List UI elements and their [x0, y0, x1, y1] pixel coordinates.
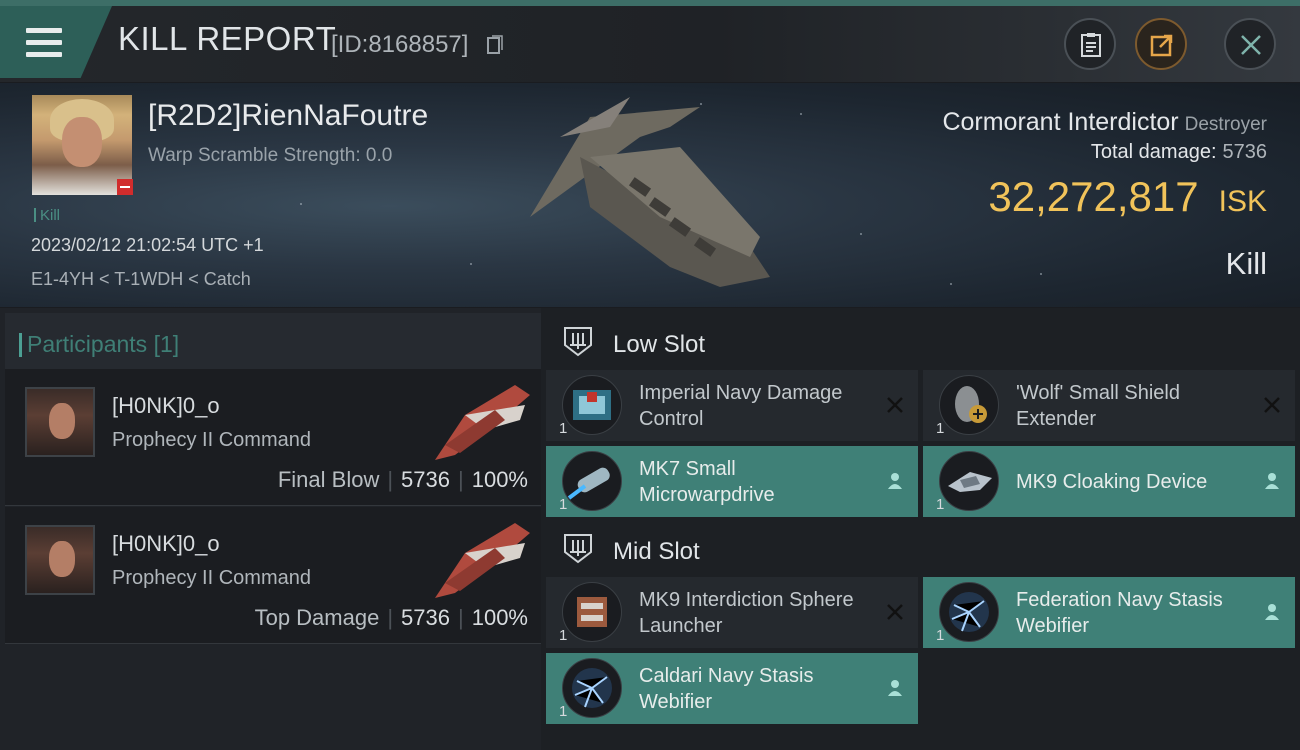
participant-percent: 100%	[471, 467, 528, 492]
victim-avatar[interactable]	[32, 95, 133, 195]
item-name: MK9 Interdiction Sphere Launcher	[639, 589, 854, 637]
kill-tag: Kill	[34, 207, 60, 224]
ship-class: Destroyer	[1184, 114, 1267, 135]
kill-type: Kill	[1225, 246, 1267, 281]
close-icon	[1241, 35, 1261, 55]
destroyed-icon	[1264, 397, 1280, 413]
participant-name: [H0NK]0_o	[112, 531, 220, 556]
item-name: MK9 Cloaking Device	[1016, 471, 1208, 493]
stasis-webifier-icon	[939, 582, 999, 642]
mid-slot-label: Mid Slot	[613, 538, 700, 565]
participants-panel: Participants [1] [H0NK]0_o Prophecy II C…	[0, 308, 541, 750]
low-slot-section: Low Slot	[546, 312, 1300, 372]
victim-ship-image	[530, 97, 770, 287]
fitting-item[interactable]: 1 Federation Navy Stasis Webifier	[923, 577, 1295, 648]
item-quantity: 1	[936, 627, 945, 644]
destroyed-icon	[887, 397, 903, 413]
participants-count: [1]	[153, 331, 180, 357]
report-id: [ID:8168857]	[331, 31, 469, 58]
item-name: 'Wolf' Small Shield Extender	[1016, 382, 1180, 430]
isk-amount: 32,272,817	[988, 173, 1199, 220]
report-button[interactable]	[1064, 18, 1116, 70]
stasis-webifier-icon	[562, 658, 622, 718]
kill-datetime: 2023/02/12 21:02:54 UTC +1	[31, 235, 264, 255]
item-name: Imperial Navy Damage Control	[639, 382, 843, 430]
participant-role: Top Damage	[254, 605, 380, 630]
item-name: Caldari Navy Stasis Webifier	[639, 665, 814, 713]
total-damage-label: Total damage:	[1090, 141, 1217, 163]
item-quantity: 1	[559, 703, 568, 720]
participant-card[interactable]: [H0NK]0_o Prophecy II Command Top Damage…	[5, 507, 541, 644]
cloaking-device-icon	[939, 451, 999, 511]
participant-role: Final Blow	[277, 467, 380, 492]
participant-ship: Prophecy II Command	[112, 429, 311, 451]
item-quantity: 1	[936, 420, 945, 437]
total-damage-value: 5736	[1222, 141, 1268, 163]
dropped-icon	[1265, 473, 1279, 489]
participant-ship-icon	[435, 385, 530, 460]
item-quantity: 1	[936, 496, 945, 513]
participant-ship-icon	[435, 523, 530, 598]
participant-ship: Prophecy II Command	[112, 567, 311, 589]
participants-header: Participants [1]	[5, 313, 541, 373]
low-slot-label: Low Slot	[613, 331, 706, 358]
item-quantity: 1	[559, 627, 568, 644]
fitting-item[interactable]: 1 MK9 Cloaking Device	[923, 446, 1295, 517]
fitting-item[interactable]: 1 Caldari Navy Stasis Webifier	[546, 653, 918, 724]
fitting-item[interactable]: 1 MK9 Interdiction Sphere Launcher	[546, 577, 918, 648]
item-quantity: 1	[559, 496, 568, 513]
item-name: MK7 Small Microwarpdrive	[639, 458, 775, 506]
participant-stats: Top Damage | 5736 | 100%	[254, 605, 528, 630]
fitting-item[interactable]: 1 'Wolf' Small Shield Extender	[923, 370, 1295, 441]
kill-badge-icon	[117, 179, 133, 195]
dropped-icon	[888, 473, 902, 489]
shield-extender-icon	[939, 375, 999, 435]
victim-banner: [R2D2]RienNaFoutre Warp Scramble Strengt…	[0, 83, 1300, 307]
item-quantity: 1	[559, 420, 568, 437]
victim-name[interactable]: [R2D2]RienNaFoutre	[148, 99, 428, 133]
fitting-panel: Low Slot 1 Imperial Navy Damage Control …	[541, 308, 1300, 750]
ship-name[interactable]: Cormorant Interdictor	[942, 108, 1178, 136]
participant-card[interactable]: [H0NK]0_o Prophecy II Command Final Blow…	[5, 369, 541, 506]
item-name: Federation Navy Stasis Webifier	[1016, 589, 1223, 637]
kill-location[interactable]: E1-4YH < T-1WDH < Catch	[31, 269, 251, 290]
participant-damage: 5736	[401, 467, 450, 492]
participant-percent: 100%	[471, 605, 528, 630]
participant-avatar[interactable]	[25, 525, 95, 595]
participant-stats: Final Blow | 5736 | 100%	[277, 467, 528, 492]
clipboard-icon	[1081, 33, 1101, 57]
share-icon	[1150, 34, 1173, 57]
share-button[interactable]	[1135, 18, 1187, 70]
close-button[interactable]	[1224, 18, 1276, 70]
hamburger-icon	[26, 28, 62, 58]
isk-value: 32,272,817 ISK	[988, 173, 1267, 221]
mid-slot-icon	[564, 534, 592, 564]
low-slot-icon	[564, 327, 592, 357]
copy-icon[interactable]	[487, 35, 503, 55]
dropped-icon	[888, 680, 902, 696]
destroyed-icon	[887, 604, 903, 620]
total-damage: Total damage: 5736	[1091, 141, 1267, 164]
dropped-icon	[1265, 604, 1279, 620]
participant-damage: 5736	[401, 605, 450, 630]
damage-control-icon	[562, 375, 622, 435]
sphere-launcher-icon	[562, 582, 622, 642]
isk-unit: ISK	[1218, 185, 1267, 218]
participant-name: [H0NK]0_o	[112, 393, 220, 418]
fitting-item[interactable]: 1 Imperial Navy Damage Control	[546, 370, 918, 441]
participant-avatar[interactable]	[25, 387, 95, 457]
mid-slot-section: Mid Slot	[546, 519, 1300, 579]
warp-scramble-strength: Warp Scramble Strength: 0.0	[148, 145, 393, 166]
victim-ship: Cormorant Interdictor Destroyer	[942, 108, 1267, 137]
page-title: KILL REPORT	[118, 20, 337, 57]
fitting-item[interactable]: 1 MK7 Small Microwarpdrive	[546, 446, 918, 517]
participants-label: Participants	[27, 331, 148, 357]
microwarpdrive-icon	[562, 451, 622, 511]
